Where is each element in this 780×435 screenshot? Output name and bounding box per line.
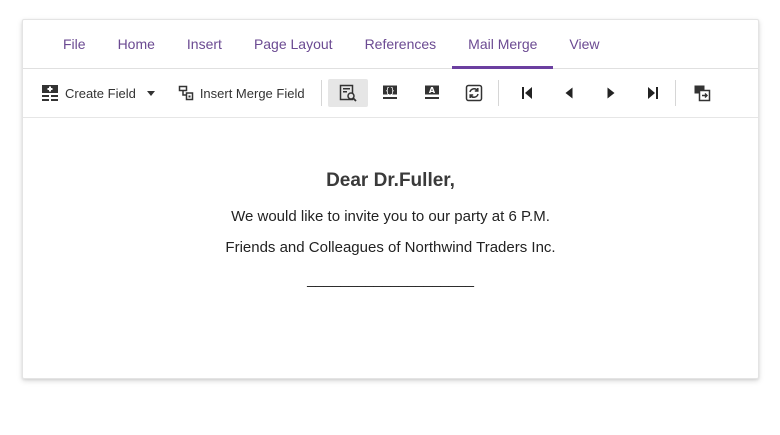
previous-record-button[interactable] [555,79,583,107]
insert-merge-field-button[interactable]: Insert Merge Field [172,79,311,107]
preview-results-button[interactable] [327,79,368,107]
next-record-icon [603,85,619,101]
tab-home[interactable]: Home [102,20,171,68]
show-field-codes-button[interactable]: {} [376,79,404,107]
highlight-fields-icon: A [423,84,441,102]
tab-mail-merge[interactable]: Mail Merge [452,20,554,69]
update-fields-button[interactable] [460,79,488,107]
create-field-icon [41,84,59,102]
document-body[interactable]: Dear Dr.Fuller, We would like to invite … [23,118,758,378]
svg-text:{}: {} [385,86,395,95]
rich-editor: File Home Insert Page Layout References … [22,19,759,379]
create-field-dropdown[interactable] [142,79,160,107]
first-record-icon [519,85,535,101]
last-record-button[interactable] [639,79,667,107]
toolbar-divider [674,80,676,106]
create-field-button[interactable]: Create Field [37,79,142,107]
highlight-fields-button[interactable]: A [418,79,446,107]
greeting-text: Dear Dr.Fuller, [326,170,455,191]
preview-results-icon [339,84,357,102]
first-record-button[interactable] [513,79,541,107]
finish-merge-button[interactable] [688,79,716,107]
insert-merge-field-label: Insert Merge Field [199,85,305,101]
toolbar-divider [497,80,499,106]
svg-text:A: A [428,86,435,95]
invitation-text: We would like to invite you to our party… [231,208,550,225]
tab-page-layout[interactable]: Page Layout [238,20,349,68]
signature-line: ____________________ [307,271,474,288]
toolbar-divider [320,80,322,106]
tab-references[interactable]: References [349,20,453,68]
last-record-icon [645,85,661,101]
chevron-down-icon [146,90,155,96]
sender-text: Friends and Colleagues of Northwind Trad… [225,239,556,256]
insert-merge-field-icon [178,85,194,101]
ribbon-tabs: File Home Insert Page Layout References … [23,20,758,69]
show-field-codes-icon: {} [381,84,399,102]
tab-insert[interactable]: Insert [171,20,238,68]
previous-record-icon [561,85,577,101]
finish-merge-icon [693,84,711,102]
update-fields-icon [465,84,483,102]
tab-file[interactable]: File [51,20,102,68]
next-record-button[interactable] [597,79,625,107]
mail-merge-toolbar: Create Field Insert Merge Field {} A [23,69,758,118]
tab-view[interactable]: View [553,20,615,68]
create-field-label: Create Field [65,85,136,101]
